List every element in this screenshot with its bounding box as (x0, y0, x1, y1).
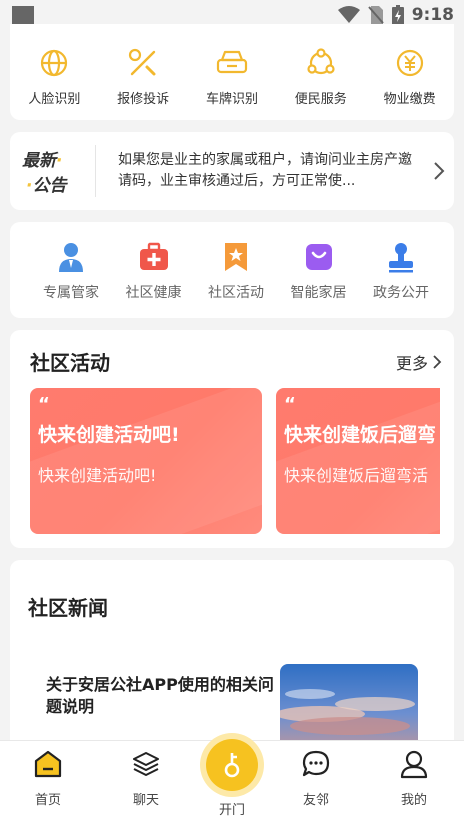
news-item-title[interactable]: 关于安居公社APP使用的相关问题说明 (46, 674, 276, 718)
status-icons: 9:18 (337, 5, 454, 25)
activity-subtitle: 快来创建饭后遛弯活 (284, 466, 429, 485)
butler-label: 专属管家 (43, 285, 99, 301)
butler-icon (54, 240, 88, 274)
property-fee-button[interactable]: 物业缴费 (370, 46, 450, 120)
chevron-right-icon[interactable] (424, 161, 454, 181)
community-activity-label: 社区活动 (208, 285, 264, 301)
quote-icon: “ (284, 394, 296, 415)
community-health-button[interactable]: 社区健康 (113, 240, 195, 318)
plate-recognition-button[interactable]: 车牌识别 (192, 46, 272, 120)
activity-title: 快来创建活动吧! (38, 424, 180, 446)
activities-carousel[interactable]: “ 快来创建活动吧! 快来创建活动吧! “ 快来创建饭后遛弯 快来创建饭后遛弯活 (30, 388, 440, 534)
property-fee-label: 物业缴费 (383, 92, 436, 107)
no-sim-icon (367, 6, 384, 24)
layers-icon (133, 752, 159, 776)
community-activities-card: 社区活动 更多 “ 快来创建活动吧! 快来创建活动吧! “ 快来创建饭后遛弯 快… (10, 330, 454, 548)
notice-text: 如果您是业主的家属或租户，请询问业主房产邀请码，业主审核通过后，方可正常使... (118, 152, 412, 189)
wifi-icon (337, 6, 360, 23)
repair-complaint-label: 报修投诉 (117, 92, 170, 107)
more-label: 更多 (395, 354, 428, 373)
government-stamp-icon (384, 240, 418, 274)
chat-bubble-icon (302, 750, 330, 777)
car-icon (215, 46, 249, 80)
government-affairs-button[interactable]: 政务公开 (360, 240, 442, 318)
repair-complaint-button[interactable]: 报修投诉 (103, 46, 183, 120)
face-recognition-label: 人脸识别 (28, 92, 81, 107)
battery-icon (391, 5, 404, 25)
news-title: 社区新闻 (28, 596, 108, 620)
tab-open-label: 开门 (218, 803, 245, 818)
notification-icon (12, 6, 34, 26)
repair-tools-icon (126, 46, 160, 80)
activity-card[interactable]: “ 快来创建活动吧! 快来创建活动吧! (30, 388, 262, 534)
face-recognition-icon (37, 46, 71, 80)
smart-home-bag-icon (302, 240, 336, 274)
community-activity-button[interactable]: 社区活动 (195, 240, 277, 318)
convenience-service-label: 便民服务 (294, 92, 347, 107)
tab-mine[interactable]: 我的 (374, 749, 454, 808)
tab-home[interactable]: 首页 (8, 749, 88, 808)
plate-recognition-label: 车牌识别 (205, 92, 258, 107)
user-icon (400, 750, 428, 779)
quick-services-card: 人脸识别 报修投诉 车牌识别 便民服务 物业缴费 (10, 24, 454, 120)
tab-open-door[interactable]: 开门 (200, 733, 264, 818)
notice-card[interactable]: 最新· ·公告 如果您是业主的家属或租户，请询问业主房产邀请码，业主审核通过后，… (10, 132, 454, 210)
notice-logo-line2: 公告 (32, 176, 67, 196)
activity-title: 快来创建饭后遛弯 (284, 424, 437, 446)
notice-logo: 最新· ·公告 (22, 145, 96, 197)
bottom-tab-bar: 首页 聊天 开门 友邻 我的 (0, 733, 464, 824)
chevron-right-icon (433, 355, 442, 369)
smart-home-button[interactable]: 智能家居 (278, 240, 360, 318)
tab-home-label: 首页 (34, 793, 61, 808)
smart-home-label: 智能家居 (290, 285, 347, 301)
tab-chat[interactable]: 聊天 (106, 749, 186, 808)
open-door-button[interactable] (200, 733, 264, 797)
activity-bookmark-icon (219, 240, 253, 274)
home-icon (34, 750, 62, 778)
butler-button[interactable]: 专属管家 (30, 240, 112, 318)
convenience-service-icon (304, 46, 338, 80)
tab-neighbors[interactable]: 友邻 (276, 749, 356, 808)
activity-card[interactable]: “ 快来创建饭后遛弯 快来创建饭后遛弯活 (276, 388, 440, 534)
quote-icon: “ (38, 394, 50, 415)
activities-title: 社区活动 (30, 351, 110, 375)
yen-payment-icon (393, 46, 427, 80)
notice-logo-line1: 最新 (22, 151, 56, 171)
convenience-service-button[interactable]: 便民服务 (281, 46, 361, 120)
face-recognition-button[interactable]: 人脸识别 (14, 46, 94, 120)
tab-neighbors-label: 友邻 (302, 793, 329, 808)
community-health-label: 社区健康 (125, 285, 182, 301)
activities-more-button[interactable]: 更多 (396, 350, 442, 374)
activity-subtitle: 快来创建活动吧! (38, 466, 157, 485)
status-time: 9:18 (411, 5, 454, 25)
community-news-card: 社区新闻 关于安居公社APP使用的相关问题说明 (10, 560, 454, 760)
community-services-card: 专属管家 社区健康 社区活动 智能家居 政务公开 (10, 222, 454, 318)
medical-kit-icon (137, 240, 171, 274)
government-affairs-label: 政务公开 (373, 285, 429, 301)
key-icon (224, 753, 240, 778)
tab-mine-label: 我的 (400, 793, 427, 808)
tab-chat-label: 聊天 (132, 793, 159, 808)
